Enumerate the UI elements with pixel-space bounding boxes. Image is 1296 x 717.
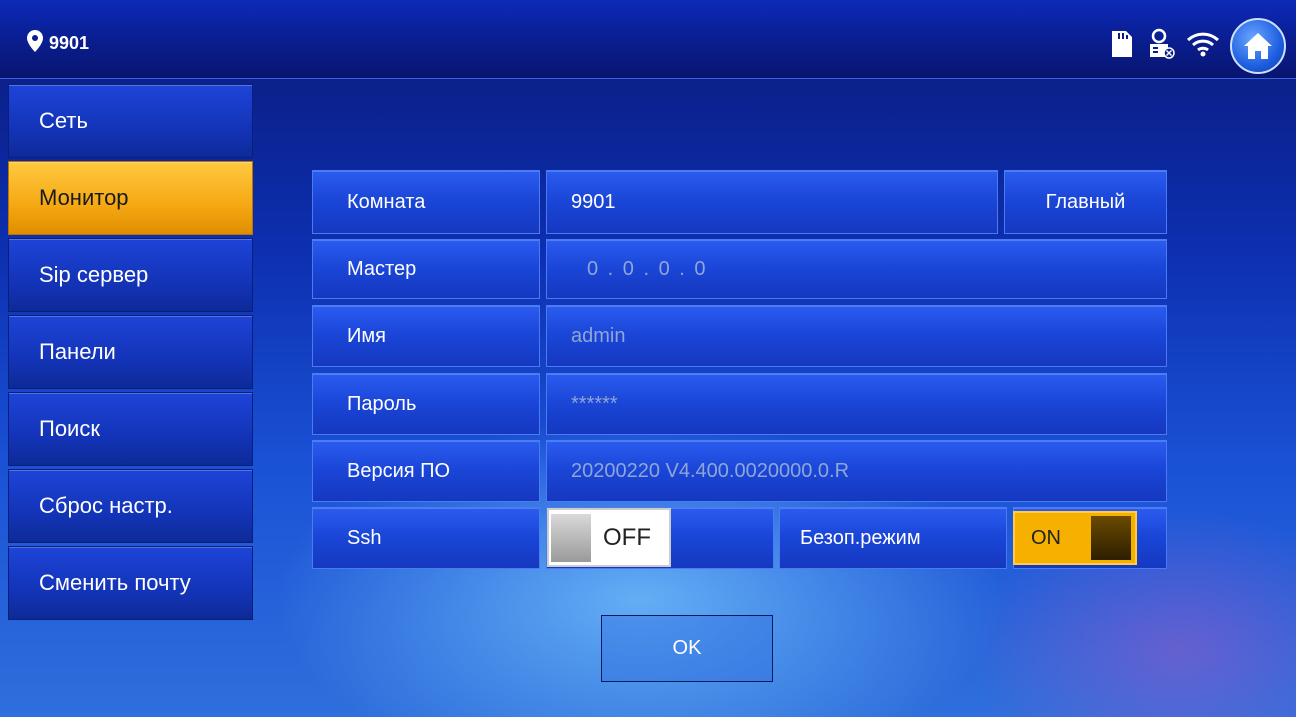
status-icons bbox=[1106, 18, 1286, 74]
sidebar-item-label: Поиск bbox=[39, 416, 100, 441]
safe-mode-toggle-knob bbox=[1091, 516, 1131, 560]
home-button[interactable] bbox=[1230, 18, 1286, 74]
sd-card-icon bbox=[1106, 29, 1136, 64]
sidebar-item-reset[interactable]: Сброс настр. bbox=[8, 469, 253, 543]
sidebar-item-label: Сеть bbox=[39, 108, 88, 133]
location-pin-icon bbox=[27, 29, 43, 57]
room-field[interactable]: 9901 bbox=[546, 170, 998, 234]
room-number: 9901 bbox=[49, 32, 90, 53]
ssh-toggle[interactable]: OFF bbox=[547, 508, 671, 567]
ssh-toggle-state: OFF bbox=[603, 523, 651, 551]
home-icon bbox=[1244, 33, 1272, 59]
sidebar-item-label: Сброс настр. bbox=[39, 493, 173, 518]
sidebar-item-sip-server[interactable]: Sip сервер bbox=[8, 238, 253, 312]
sidebar-item-label: Монитор bbox=[39, 185, 129, 210]
firmware-version-field: 20200220 V4.400.0020000.0.R bbox=[546, 440, 1167, 502]
safe-mode-toggle-state: ON bbox=[1031, 526, 1061, 549]
sidebar-item-search[interactable]: Поиск bbox=[8, 392, 253, 466]
safe-mode-toggle[interactable]: ON bbox=[1013, 511, 1137, 565]
sidebar-item-panels[interactable]: Панели bbox=[8, 315, 253, 389]
room-indicator: 9901 bbox=[27, 29, 90, 57]
sidebar-item-network[interactable]: Сеть bbox=[8, 84, 253, 158]
master-label: Мастер bbox=[312, 239, 540, 299]
password-field[interactable]: ****** bbox=[546, 373, 1167, 435]
top-bar: 9901 bbox=[0, 0, 1296, 79]
sidebar-item-change-email[interactable]: Сменить почту bbox=[8, 546, 253, 620]
sidebar-item-label: Панели bbox=[39, 339, 116, 364]
ssh-label: Ssh bbox=[312, 507, 540, 569]
safe-mode-label: Безоп.режим bbox=[779, 507, 1007, 569]
master-ip-field[interactable]: 0 . 0 . 0 . 0 bbox=[546, 239, 1167, 299]
ssh-toggle-knob bbox=[551, 513, 591, 562]
firmware-label: Версия ПО bbox=[312, 440, 540, 502]
wifi-icon bbox=[1186, 30, 1220, 63]
room-label: Комната bbox=[312, 170, 540, 234]
room-role-button[interactable]: Главный bbox=[1004, 170, 1167, 234]
sidebar-item-label: Сменить почту bbox=[39, 570, 191, 595]
sidebar-item-monitor[interactable]: Монитор bbox=[8, 161, 253, 235]
sip-status-icon bbox=[1146, 28, 1176, 65]
sidebar-item-label: Sip сервер bbox=[39, 262, 149, 287]
ok-button[interactable]: OK bbox=[601, 615, 773, 682]
password-label: Пароль bbox=[312, 373, 540, 435]
name-field[interactable]: admin bbox=[546, 305, 1167, 367]
ok-button-label: OK bbox=[672, 637, 702, 659]
name-label: Имя bbox=[312, 305, 540, 367]
